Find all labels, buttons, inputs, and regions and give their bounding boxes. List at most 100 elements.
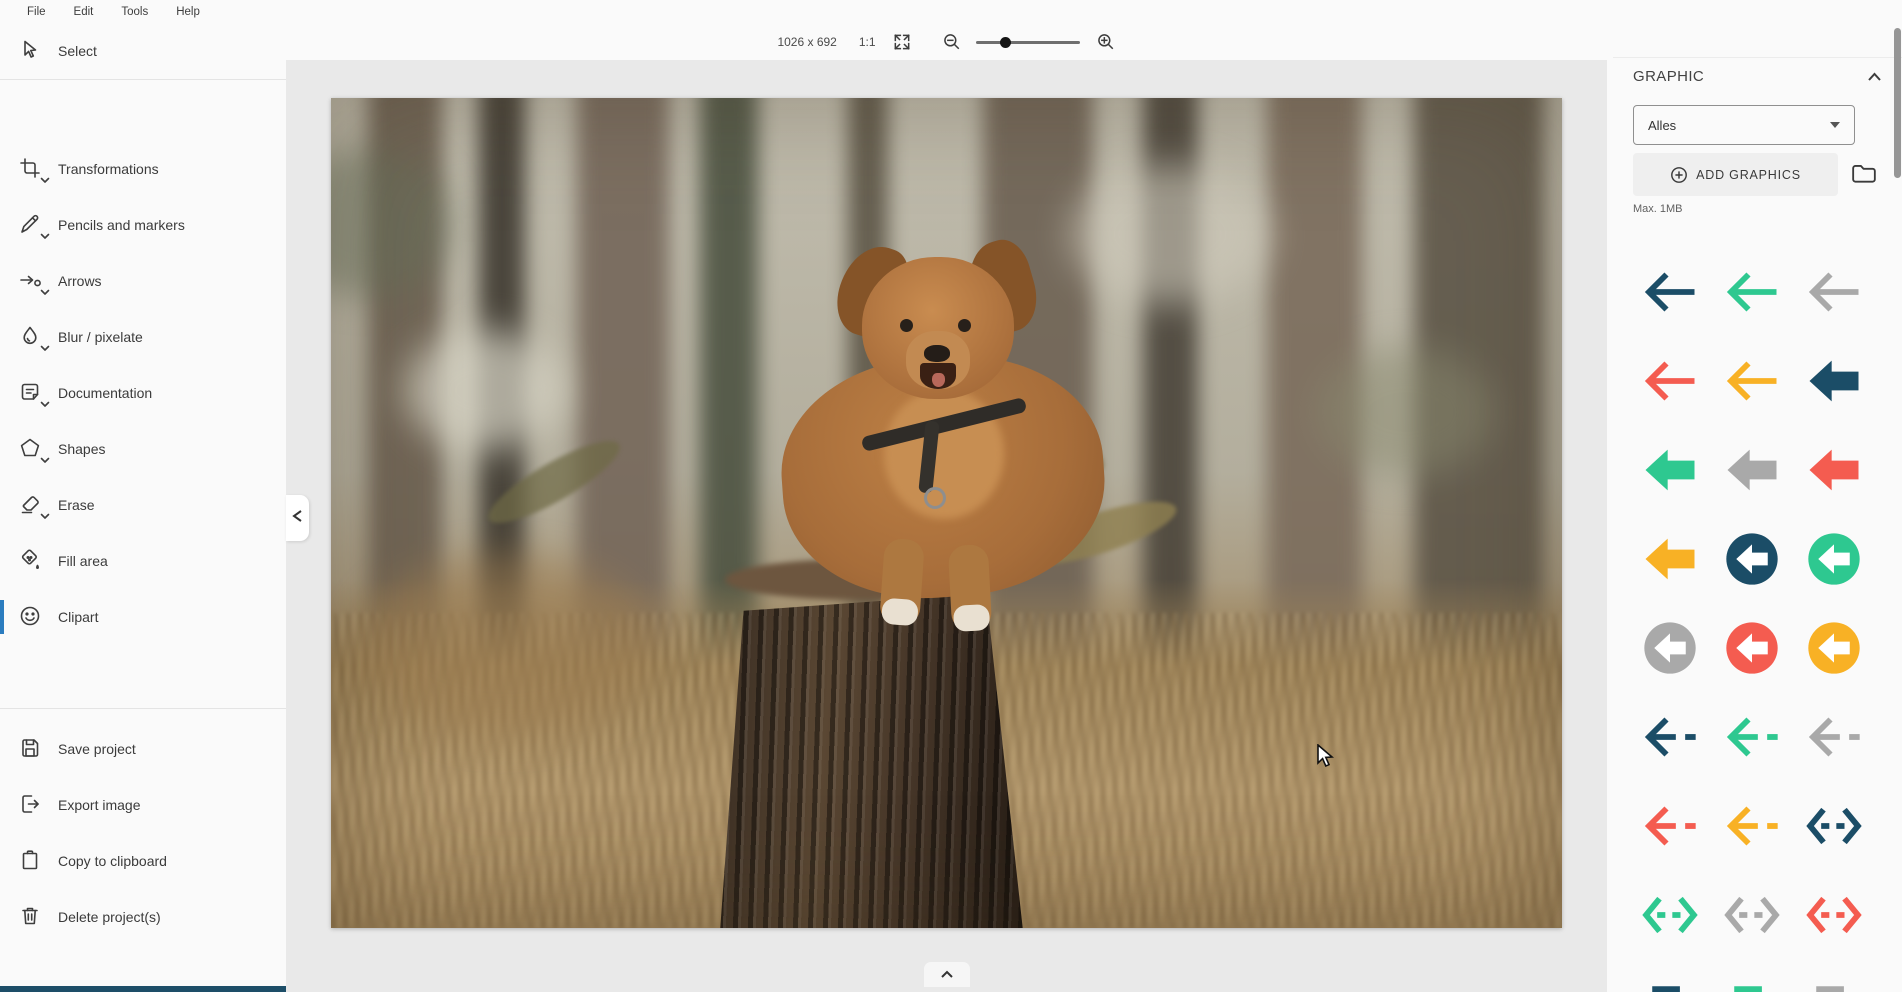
export-icon — [18, 792, 44, 818]
dog-paw — [879, 538, 925, 627]
add-graphics-button[interactable]: ADD GRAPHICS — [1633, 153, 1838, 196]
photo-dog — [774, 239, 1143, 754]
sidebar-item-clipart[interactable]: Clipart — [0, 589, 286, 645]
graphic-arrow-left-dashed-gray[interactable] — [1793, 692, 1875, 781]
menu-tools[interactable]: Tools — [107, 6, 162, 18]
graphic-arrow-left-thin-green[interactable] — [1711, 247, 1793, 336]
fill-icon — [18, 548, 44, 574]
graphic-arrow-left-block-navy[interactable] — [1793, 336, 1875, 425]
crop-icon — [18, 156, 44, 182]
pencil-icon — [18, 212, 44, 238]
panel-collapse-button[interactable] — [1867, 72, 1882, 82]
chevron-down-icon — [40, 451, 50, 469]
menu-edit[interactable]: Edit — [60, 6, 108, 18]
sidebar-item-select[interactable]: Select — [0, 23, 286, 79]
chevron-down-icon — [40, 171, 50, 189]
menu-file[interactable]: File — [13, 6, 60, 18]
sidebar-item-copy-to-clipboard[interactable]: Copy to clipboard — [0, 833, 286, 889]
left-sidebar: Select Transformations Pencils and marker… — [0, 23, 286, 992]
sidebar-collapse-button[interactable] — [286, 495, 309, 541]
sidebar-item-transformations[interactable]: Transformations — [0, 141, 286, 197]
add-graphics-label: ADD GRAPHICS — [1696, 168, 1801, 182]
zoom-slider[interactable] — [976, 35, 1080, 49]
cursor-icon — [18, 38, 44, 64]
sidebar-item-pencils-and-markers[interactable]: Pencils and markers — [0, 197, 286, 253]
chevron-down-icon — [40, 339, 50, 357]
magnifier-plus-icon — [1096, 32, 1116, 52]
graphics-filter-select[interactable]: Alles — [1633, 105, 1855, 145]
graphic-arrow-left-dashed-navy[interactable] — [1629, 692, 1711, 781]
graphic-arrow-diagonal-gray[interactable] — [1793, 959, 1875, 992]
graphic-arrow-left-circle-red[interactable] — [1711, 603, 1793, 692]
canvas-photo[interactable] — [331, 98, 1562, 928]
graphic-arrow-left-dashed-red[interactable] — [1629, 781, 1711, 870]
sidebar-item-label: Clipart — [58, 609, 98, 625]
graphic-arrow-double-dashed-red[interactable] — [1793, 870, 1875, 959]
graphic-arrow-left-thin-red[interactable] — [1629, 336, 1711, 425]
zoom-ratio: 1:1 — [859, 35, 876, 49]
smiley-icon — [18, 604, 44, 630]
fullscreen-icon — [892, 32, 912, 52]
plus-circle-icon — [1670, 166, 1688, 184]
graphic-arrow-left-thin-orange[interactable] — [1711, 336, 1793, 425]
graphics-grid — [1629, 247, 1875, 992]
image-dimensions: 1026 x 692 — [777, 35, 836, 49]
zoom-in-button[interactable] — [1096, 32, 1116, 52]
graphic-arrow-diagonal-green[interactable] — [1711, 959, 1793, 992]
panel-scrollbar — [1894, 28, 1901, 986]
trash-icon — [18, 904, 44, 930]
sidebar-item-export-image[interactable]: Export image — [0, 777, 286, 833]
photo-light-haze — [405, 330, 565, 450]
bottom-panel-toggle[interactable] — [924, 962, 970, 987]
graphic-arrow-left-block-red[interactable] — [1793, 425, 1875, 514]
graphic-arrow-left-circle-orange[interactable] — [1793, 603, 1875, 692]
sidebar-item-shapes[interactable]: Shapes — [0, 421, 286, 477]
zoom-out-button[interactable] — [942, 32, 962, 52]
dog-head — [862, 257, 1014, 399]
graphic-arrow-left-circle-gray[interactable] — [1629, 603, 1711, 692]
sidebar-item-label: Blur / pixelate — [58, 329, 143, 345]
menu-bar: FileEditToolsHelp — [0, 0, 1902, 23]
sidebar-item-label: Pencils and markers — [58, 217, 185, 233]
canvas-area — [286, 60, 1607, 992]
graphic-arrow-left-circle-green[interactable] — [1793, 514, 1875, 603]
panel-divider — [1613, 57, 1902, 58]
scrollbar-thumb[interactable] — [1894, 28, 1901, 178]
sidebar-item-save-project[interactable]: Save project — [0, 721, 286, 777]
graphic-arrow-left-thin-navy[interactable] — [1629, 247, 1711, 336]
graphic-arrow-left-circle-navy[interactable] — [1711, 514, 1793, 603]
photo-foliage — [1316, 347, 1496, 477]
graphic-arrow-left-block-orange[interactable] — [1629, 514, 1711, 603]
sidebar-item-erase[interactable]: Erase — [0, 477, 286, 533]
menu-help[interactable]: Help — [162, 6, 214, 18]
graphic-arrow-double-dashed-gray[interactable] — [1711, 870, 1793, 959]
panel-title: GRAPHIC — [1633, 68, 1704, 85]
arrow-icon — [18, 268, 44, 294]
sidebar-item-documentation[interactable]: Documentation — [0, 365, 286, 421]
graphic-arrow-double-dashed-green[interactable] — [1629, 870, 1711, 959]
fit-to-screen-button[interactable] — [892, 32, 912, 52]
graphic-arrow-left-block-green[interactable] — [1629, 425, 1711, 514]
max-size-note: Max. 1MB — [1633, 203, 1683, 215]
filter-selected-value: Alles — [1648, 118, 1676, 133]
graphic-arrow-double-dashed-navy[interactable] — [1793, 781, 1875, 870]
graphic-arrow-left-thin-gray[interactable] — [1793, 247, 1875, 336]
sidebar-item-fill-area[interactable]: Fill area — [0, 533, 286, 589]
graphic-arrow-diagonal-navy[interactable] — [1629, 959, 1711, 992]
sidebar-item-blur-pixelate[interactable]: Blur / pixelate — [0, 309, 286, 365]
open-folder-button[interactable] — [1851, 161, 1877, 190]
zoom-slider-thumb[interactable] — [1000, 37, 1011, 48]
sidebar-item-label: Copy to clipboard — [58, 853, 167, 869]
sidebar-item-arrows[interactable]: Arrows — [0, 253, 286, 309]
graphic-arrow-left-dashed-orange[interactable] — [1711, 781, 1793, 870]
chevron-down-icon — [40, 283, 50, 301]
graphic-arrow-left-block-gray[interactable] — [1711, 425, 1793, 514]
sidebar-item-label: Erase — [58, 497, 95, 513]
sidebar-item-delete-project-s[interactable]: Delete project(s) — [0, 889, 286, 945]
sidebar-item-label: Arrows — [58, 273, 102, 289]
chevron-down-icon — [40, 395, 50, 413]
graphic-arrow-left-dashed-green[interactable] — [1711, 692, 1793, 781]
folder-icon — [1851, 161, 1877, 185]
chevron-down-icon — [40, 507, 50, 525]
canvas-column: 1026 x 692 1:1 — [286, 23, 1607, 992]
